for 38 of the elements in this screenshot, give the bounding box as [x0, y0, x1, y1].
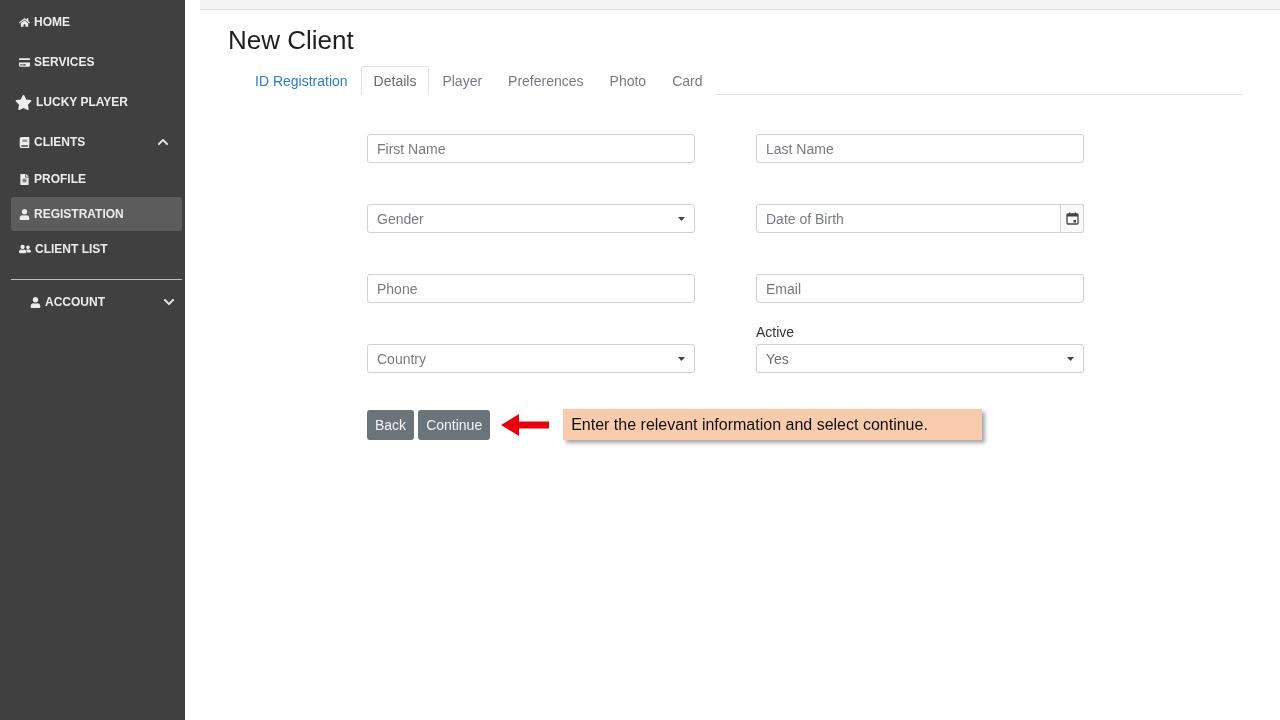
- sidebar-subitem[interactable]: REGISTRATION: [11, 197, 182, 231]
- sidebar-subitem[interactable]: PROFILE: [11, 162, 182, 196]
- sidebar-subitem[interactable]: CLIENT LIST: [11, 232, 182, 266]
- book-icon: [19, 136, 30, 148]
- dropdown-field[interactable]: Gender: [367, 204, 695, 233]
- text-field[interactable]: Phone: [367, 274, 695, 303]
- text-field[interactable]: Last Name: [756, 134, 1084, 163]
- calendar-icon: [1065, 212, 1079, 225]
- arrow-icon: [501, 413, 550, 436]
- sidebar-group[interactable]: CLIENTS: [11, 122, 182, 162]
- sidebar-group[interactable]: ACCOUNT: [11, 285, 182, 319]
- caret-icon: [1067, 356, 1074, 361]
- sidebar-item[interactable]: LUCKY PLAYER: [11, 82, 182, 122]
- text-field[interactable]: First Name: [367, 134, 695, 163]
- action-button[interactable]: Continue: [418, 409, 491, 440]
- home-icon: [19, 16, 30, 28]
- user-icon: [19, 208, 30, 220]
- sidebar-item[interactable]: HOME: [11, 2, 182, 42]
- date-field[interactable]: Date of Birth: [756, 204, 1061, 233]
- calendar-button[interactable]: [1061, 204, 1084, 233]
- card-icon: [19, 56, 30, 68]
- chevron-down-icon[interactable]: [163, 296, 175, 308]
- page-title: New Client: [228, 26, 354, 55]
- star-icon: [15, 93, 32, 111]
- users-icon: [19, 243, 31, 255]
- dropdown-field[interactable]: Yes: [756, 344, 1084, 373]
- tab[interactable]: Details: [360, 66, 430, 95]
- dropdown-field[interactable]: Country: [367, 344, 695, 373]
- action-button[interactable]: Back: [367, 409, 415, 440]
- chevron-up-icon[interactable]: [157, 136, 169, 148]
- user-icon: [30, 296, 41, 308]
- field-label: Active: [756, 324, 795, 340]
- callout-note: Enter the relevant information and select continue.: [563, 409, 983, 440]
- caret-icon: [678, 356, 685, 361]
- document-icon: [19, 173, 30, 185]
- caret-icon: [678, 216, 685, 221]
- text-field[interactable]: Email: [756, 274, 1084, 303]
- sidebar-item[interactable]: SERVICES: [11, 42, 182, 82]
